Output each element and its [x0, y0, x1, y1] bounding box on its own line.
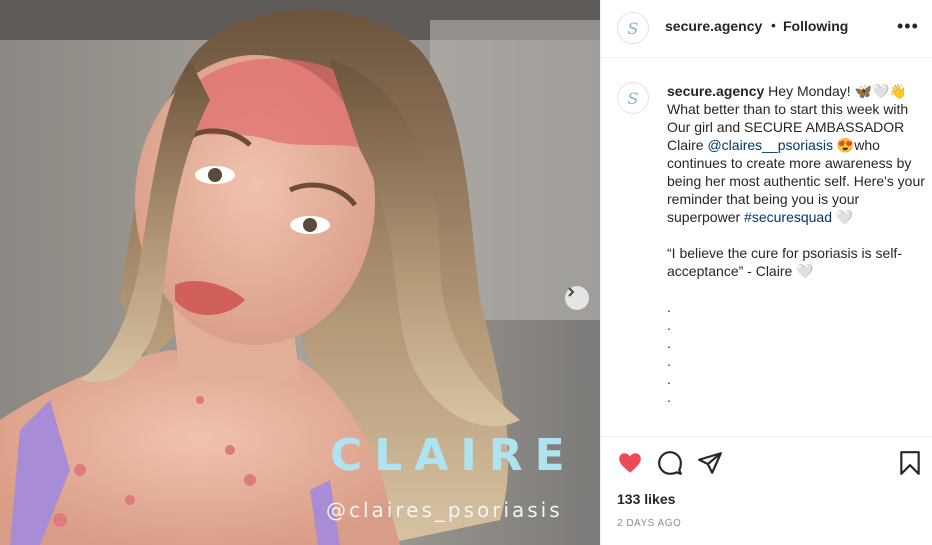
post-timestamp[interactable]: 2 DAYS AGO — [617, 518, 681, 529]
post-sidebar: S secure.agency • Following ••• S secure… — [600, 0, 932, 545]
caption-heart1: 🤍 — [832, 209, 854, 225]
caption-dot: . — [667, 317, 671, 333]
comment-icon[interactable] — [657, 450, 683, 476]
post-header: S secure.agency • Following ••• — [601, 0, 932, 58]
heart-icon[interactable] — [617, 450, 643, 476]
caption-dots: . . . . . . — [667, 298, 931, 406]
avatar-letter: S — [627, 18, 639, 38]
post-caption: secure.agency Hey Monday! 🦋🤍👋 What bette… — [667, 82, 931, 406]
post-actions: 133 likes 2 DAYS AGO — [601, 436, 932, 545]
caption-dot: . — [667, 299, 671, 315]
caption-dot: . — [667, 353, 671, 369]
overlay-handle-text: @claires_psoriasis — [326, 498, 563, 522]
hashtag-link[interactable]: #securesquad — [744, 209, 832, 225]
caption-dot: . — [667, 371, 671, 387]
caption-username[interactable]: secure.agency — [667, 83, 764, 99]
chevron-right-icon — [568, 287, 575, 297]
avatar[interactable]: S — [617, 12, 649, 44]
following-button[interactable]: Following — [783, 18, 848, 34]
header-username[interactable]: secure.agency — [665, 18, 762, 34]
caption-avatar[interactable]: S — [617, 82, 649, 114]
bookmark-icon[interactable] — [897, 450, 923, 476]
caption-dot: . — [667, 335, 671, 351]
share-icon[interactable] — [697, 450, 723, 476]
caption-avatar-letter: S — [627, 88, 639, 108]
next-image-button[interactable] — [565, 286, 589, 310]
post-photo[interactable]: CLAIRE @claires_psoriasis — [0, 0, 600, 545]
overlay-name-text: CLAIRE — [330, 430, 577, 481]
caption-line1: Hey Monday! 🦋🤍👋 — [764, 83, 907, 99]
likes-count[interactable]: 133 likes — [617, 491, 675, 507]
mention-link[interactable]: @claires__psoriasis — [707, 137, 832, 153]
caption-quote: “I believe the cure for psoriasis is sel… — [667, 245, 902, 279]
caption-heart2: 🤍 — [792, 263, 814, 279]
more-options-icon[interactable]: ••• — [897, 16, 919, 37]
header-separator: • — [771, 17, 776, 33]
caption-dot: . — [667, 389, 671, 405]
